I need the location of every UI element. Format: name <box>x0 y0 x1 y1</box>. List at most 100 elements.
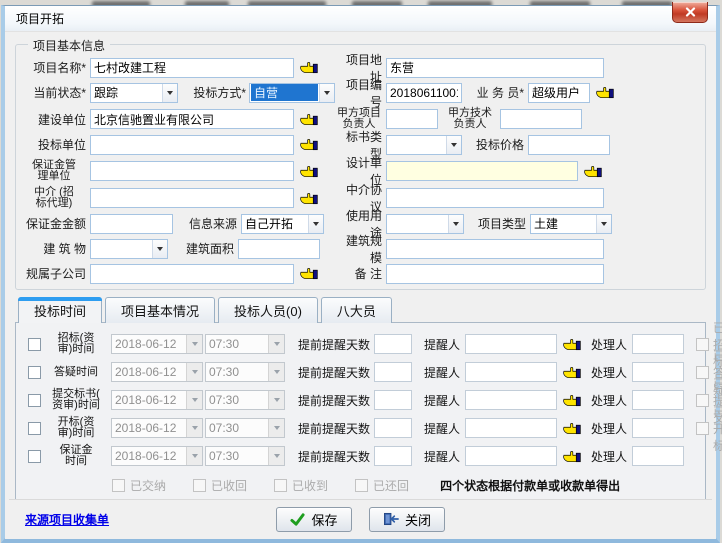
row-checkbox[interactable] <box>28 422 41 435</box>
lookup-hand-icon[interactable] <box>299 112 318 127</box>
remind-days-input[interactable] <box>374 418 412 438</box>
chevron-down-icon <box>162 84 177 102</box>
schedule-row-label: 答疑时间 <box>45 367 107 378</box>
design-unit-input[interactable] <box>386 161 578 181</box>
project-name-input[interactable] <box>90 58 294 78</box>
deposit-mgmt-label: 保证金管 理单位 <box>22 160 86 182</box>
lookup-hand-icon[interactable] <box>583 164 602 179</box>
project-address-input[interactable] <box>386 58 604 78</box>
building-area-input[interactable] <box>238 239 320 259</box>
project-type-label: 项目类型 <box>474 215 526 232</box>
lookup-hand-icon[interactable] <box>595 85 614 100</box>
subsidiary-input[interactable] <box>90 264 294 284</box>
reminder-input[interactable] <box>465 362 557 382</box>
close-label: 关闭 <box>405 510 431 529</box>
row-checkbox[interactable] <box>28 450 41 463</box>
paid-checkbox <box>112 479 125 492</box>
date-select: 2018-06-12 <box>111 390 203 410</box>
reminder-input[interactable] <box>465 418 557 438</box>
close-window-button[interactable] <box>672 2 708 23</box>
status-checkbox <box>696 422 709 435</box>
time-select: 07:30 <box>205 418 285 438</box>
lookup-hand-icon[interactable] <box>299 137 318 152</box>
deposit-mgmt-input[interactable] <box>90 161 294 181</box>
remind-days-input[interactable] <box>374 390 412 410</box>
handler-input[interactable] <box>632 362 684 382</box>
lookup-hand-icon[interactable] <box>299 164 318 179</box>
schedule-row: 答疑时间 2018-06-12 07:30 提前提醒天数 提醒人 处理人 已答疑 <box>28 360 705 384</box>
lookup-hand-icon[interactable] <box>299 191 318 206</box>
chevron-down-icon <box>186 391 202 409</box>
tab-label: 投标人员(0) <box>234 301 302 320</box>
date-select: 2018-06-12 <box>111 418 203 438</box>
reminder-input[interactable] <box>465 390 557 410</box>
info-source-select[interactable]: 自己开拓 <box>241 214 324 234</box>
remind-days-input[interactable] <box>374 446 412 466</box>
bid-method-value: 自营 <box>251 84 318 101</box>
reminder-input[interactable] <box>465 446 557 466</box>
lookup-hand-icon[interactable] <box>299 266 318 281</box>
deposit-status-row: 已交纳 已收回 已收到 已还回 四个状态根据付款单或收款单得出 <box>112 477 705 494</box>
construction-unit-input[interactable] <box>90 109 294 129</box>
remind-days-input[interactable] <box>374 334 412 354</box>
project-no-input[interactable] <box>386 83 462 103</box>
bid-unit-input[interactable] <box>90 135 294 155</box>
lookup-hand-icon[interactable] <box>562 337 581 352</box>
handler-input[interactable] <box>632 418 684 438</box>
salesman-input[interactable] <box>528 83 590 103</box>
remind-days-input[interactable] <box>374 362 412 382</box>
usage-select[interactable] <box>386 214 464 234</box>
handler-input[interactable] <box>632 446 684 466</box>
time-value: 07:30 <box>206 393 268 407</box>
schedule-row: 提交标书( 资审)时间 2018-06-12 07:30 提前提醒天数 提醒人 … <box>28 388 705 412</box>
agency-agreement-input[interactable] <box>386 188 604 208</box>
time-value: 07:30 <box>206 449 268 463</box>
lookup-hand-icon[interactable] <box>562 421 581 436</box>
lookup-hand-icon[interactable] <box>562 449 581 464</box>
deposit-amount-input[interactable] <box>90 214 173 234</box>
handler-input[interactable] <box>632 334 684 354</box>
agency-input[interactable] <box>90 188 294 208</box>
reminder-label: 提醒人 <box>424 364 460 381</box>
row-checkbox[interactable] <box>28 366 41 379</box>
date-value: 2018-06-12 <box>112 421 186 435</box>
row-checkbox[interactable] <box>28 338 41 351</box>
dialog-client-area: 项目基本信息 项目名称* 项目地址 当前状态* 跟踪 <box>5 32 716 539</box>
building-label: 建 筑 物 <box>22 240 86 257</box>
lookup-hand-icon[interactable] <box>562 365 581 380</box>
tab-eight-roles[interactable]: 八大员 <box>321 297 392 323</box>
party-a-tech-input[interactable] <box>500 109 582 129</box>
tab-bid-personnel[interactable]: 投标人员(0) <box>218 297 318 323</box>
schedule-row: 开标(资 审)时间 2018-06-12 07:30 提前提醒天数 提醒人 处理… <box>28 416 705 440</box>
chevron-down-icon <box>186 363 202 381</box>
building-scale-input[interactable] <box>386 239 604 259</box>
close-icon <box>685 7 696 17</box>
date-value: 2018-06-12 <box>112 449 186 463</box>
handler-label: 处理人 <box>591 420 627 437</box>
handler-input[interactable] <box>632 390 684 410</box>
remark-label: 备 注 <box>336 265 382 282</box>
current-status-select[interactable]: 跟踪 <box>90 83 178 103</box>
tab-bar: 投标时间 项目基本情况 投标人员(0) 八大员 <box>18 297 706 323</box>
bid-method-select[interactable]: 自营 <box>249 83 335 103</box>
row-checkbox[interactable] <box>28 394 41 407</box>
doc-type-select[interactable] <box>386 135 462 155</box>
tab-bid-time[interactable]: 投标时间 <box>18 297 102 323</box>
recovered-label: 已收回 <box>211 477 247 494</box>
party-a-pm-input[interactable] <box>386 109 438 129</box>
current-status-value: 跟踪 <box>91 84 162 101</box>
lookup-hand-icon[interactable] <box>299 60 318 75</box>
tab-label: 投标时间 <box>34 301 86 320</box>
close-button[interactable]: 关闭 <box>369 507 445 532</box>
building-select[interactable] <box>90 239 168 259</box>
reminder-label: 提醒人 <box>424 420 460 437</box>
lookup-hand-icon[interactable] <box>562 393 581 408</box>
reminder-input[interactable] <box>465 334 557 354</box>
bid-price-input[interactable] <box>528 135 610 155</box>
save-button[interactable]: 保存 <box>276 507 352 532</box>
reminder-label: 提醒人 <box>424 392 460 409</box>
time-select: 07:30 <box>205 390 285 410</box>
project-type-select[interactable]: 土建 <box>530 214 612 234</box>
remark-input[interactable] <box>386 264 604 284</box>
tab-project-basic[interactable]: 项目基本情况 <box>105 297 215 323</box>
